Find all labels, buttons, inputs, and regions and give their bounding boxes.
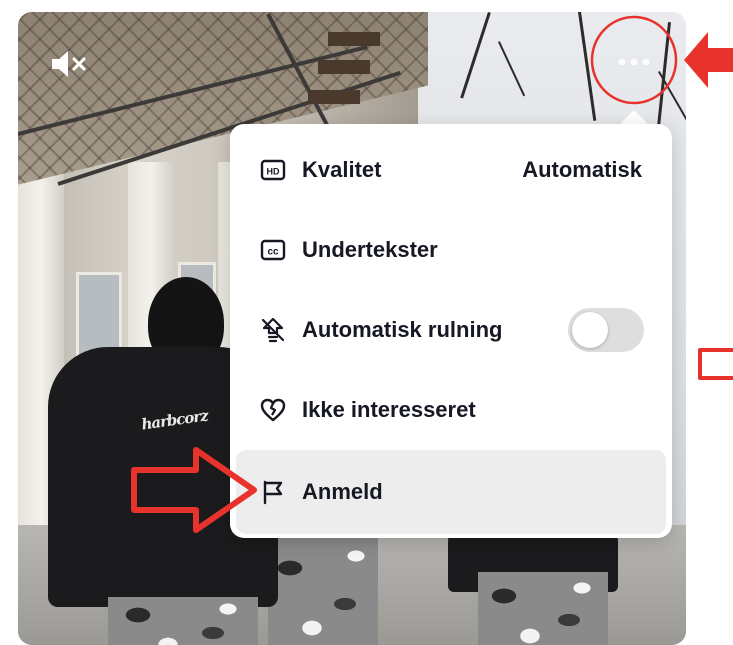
cc-icon: cc: [260, 239, 286, 261]
menu-item-label: Ikke interesseret: [302, 397, 476, 422]
more-options-menu: HD Kvalitet Automatisk cc Undertekster A…: [230, 124, 672, 538]
hd-icon: HD: [260, 159, 286, 181]
menu-item-label: Anmeld: [302, 479, 383, 504]
annotation-bracket: [698, 348, 733, 380]
menu-item-label: Kvalitet: [302, 157, 382, 182]
menu-item-label: Automatisk rulning: [302, 317, 503, 342]
broken-heart-icon: [260, 398, 286, 422]
menu-item-quality[interactable]: HD Kvalitet Automatisk: [230, 130, 672, 210]
menu-item-label: Undertekster: [302, 237, 438, 262]
toggle-knob: [572, 312, 608, 348]
autoscroll-toggle[interactable]: [568, 308, 644, 352]
speaker-muted-icon[interactable]: [50, 48, 90, 80]
annotation-arrow-left: [684, 32, 733, 88]
menu-item-autoscroll[interactable]: Automatisk rulning: [230, 290, 672, 370]
flag-icon: [263, 480, 283, 505]
svg-text:cc: cc: [267, 247, 279, 258]
svg-text:HD: HD: [267, 167, 280, 177]
menu-item-report[interactable]: Anmeld: [236, 450, 666, 534]
autoscroll-icon: [261, 317, 285, 343]
menu-item-not-interested[interactable]: Ikke interesseret: [230, 370, 672, 450]
more-dots-icon[interactable]: [614, 50, 654, 74]
menu-item-subtitles[interactable]: cc Undertekster: [230, 210, 672, 290]
quality-value: Automatisk: [522, 157, 642, 182]
